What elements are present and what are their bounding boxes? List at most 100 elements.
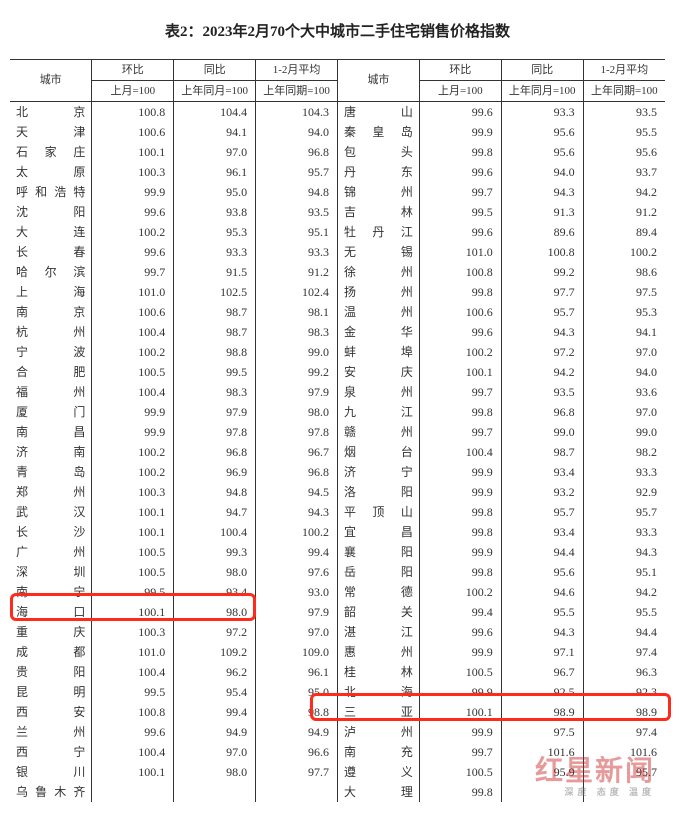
avg-cell: 104.3	[256, 102, 338, 123]
mom-cell: 99.9	[92, 402, 174, 422]
col-yoy-right: 同比	[501, 60, 583, 81]
avg-cell: 92.3	[583, 682, 665, 702]
avg-cell: 95.7	[583, 502, 665, 522]
yoy-cell: 109.2	[174, 642, 256, 662]
avg-cell: 98.9	[583, 702, 665, 722]
yoy-cell: 98.7	[174, 302, 256, 322]
yoy-cell: 93.4	[501, 522, 583, 542]
yoy-cell: 99.5	[174, 362, 256, 382]
city-cell: 兰 州	[10, 722, 92, 742]
avg-cell: 98.6	[583, 262, 665, 282]
city-cell: 徐 州	[338, 262, 420, 282]
avg-cell: 102.4	[256, 282, 338, 302]
table-row: 郑 州100.394.894.5洛 阳99.993.292.9	[10, 482, 665, 502]
city-cell: 北 京	[10, 102, 92, 123]
mom-cell: 100.1	[92, 762, 174, 782]
avg-cell: 94.2	[583, 182, 665, 202]
col-yoy-sub-left: 上年同月=100	[174, 81, 256, 102]
mom-cell: 100.1	[419, 702, 501, 722]
mom-cell: 99.9	[419, 482, 501, 502]
yoy-cell: 91.3	[501, 202, 583, 222]
city-cell: 丹 东	[338, 162, 420, 182]
avg-cell: 93.3	[583, 522, 665, 542]
city-cell: 大 理	[338, 782, 420, 802]
yoy-cell: 99.2	[501, 262, 583, 282]
mom-cell: 99.8	[419, 282, 501, 302]
city-cell: 广 州	[10, 542, 92, 562]
mom-cell: 99.6	[419, 162, 501, 182]
yoy-cell: 99.4	[174, 702, 256, 722]
table-row: 贵 阳100.496.296.1桂 林100.596.796.3	[10, 662, 665, 682]
mom-cell: 100.8	[92, 702, 174, 722]
avg-cell: 98.0	[256, 402, 338, 422]
yoy-cell: 94.3	[501, 622, 583, 642]
table-row: 哈 尔 滨99.791.591.2徐 州100.899.298.6	[10, 262, 665, 282]
city-cell: 沈 阳	[10, 202, 92, 222]
col-avg-right: 1-2月平均	[583, 60, 665, 81]
mom-cell: 99.4	[419, 602, 501, 622]
table-row: 西 宁100.497.096.6南 充99.7101.6101.6	[10, 742, 665, 762]
table-row: 大 连100.295.395.1牡 丹 江99.689.689.4	[10, 222, 665, 242]
col-mom-sub-left: 上月=100	[92, 81, 174, 102]
city-cell: 福 州	[10, 382, 92, 402]
avg-cell: 95.7	[583, 762, 665, 782]
yoy-cell: 94.6	[501, 582, 583, 602]
yoy-cell: 96.2	[174, 662, 256, 682]
mom-cell: 99.8	[419, 562, 501, 582]
mom-cell: 100.4	[419, 442, 501, 462]
city-cell: 青 岛	[10, 462, 92, 482]
mom-cell: 99.9	[419, 682, 501, 702]
mom-cell: 100.5	[419, 762, 501, 782]
avg-cell: 94.0	[583, 362, 665, 382]
avg-cell: 94.3	[583, 542, 665, 562]
col-mom-sub-right: 上月=100	[419, 81, 501, 102]
city-cell: 遵 义	[338, 762, 420, 782]
mom-cell: 99.9	[92, 422, 174, 442]
city-cell: 湛 江	[338, 622, 420, 642]
mom-cell: 101.0	[92, 282, 174, 302]
yoy-cell: 98.0	[174, 602, 256, 622]
avg-cell: 94.8	[256, 182, 338, 202]
mom-cell: 100.1	[92, 142, 174, 162]
avg-cell: 97.9	[256, 382, 338, 402]
mom-cell: 100.4	[92, 382, 174, 402]
city-cell: 泸 州	[338, 722, 420, 742]
avg-cell: 101.6	[583, 742, 665, 762]
mom-cell: 100.1	[92, 502, 174, 522]
avg-cell: 94.2	[583, 582, 665, 602]
avg-cell: 92.9	[583, 482, 665, 502]
city-cell: 郑 州	[10, 482, 92, 502]
yoy-cell: 96.1	[174, 162, 256, 182]
avg-cell: 98.3	[256, 322, 338, 342]
yoy-cell: 94.3	[501, 322, 583, 342]
avg-cell: 95.1	[583, 562, 665, 582]
yoy-cell: 97.2	[174, 622, 256, 642]
yoy-cell: 97.2	[501, 342, 583, 362]
city-cell: 昆 明	[10, 682, 92, 702]
yoy-cell: 95.6	[501, 122, 583, 142]
city-cell: 南 充	[338, 742, 420, 762]
yoy-cell	[501, 782, 583, 802]
city-cell: 石 家 庄	[10, 142, 92, 162]
mom-cell: 99.7	[419, 422, 501, 442]
table-row: 长 春99.693.393.3无 锡101.0100.8100.2	[10, 242, 665, 262]
table-row: 武 汉100.194.794.3平 顶 山99.895.795.7	[10, 502, 665, 522]
mom-cell: 99.9	[92, 182, 174, 202]
city-cell: 银 川	[10, 762, 92, 782]
col-yoy-sub-right: 上年同月=100	[501, 81, 583, 102]
city-cell: 泉 州	[338, 382, 420, 402]
avg-cell: 99.0	[583, 422, 665, 442]
avg-cell: 95.0	[256, 682, 338, 702]
avg-cell: 95.6	[583, 142, 665, 162]
yoy-cell: 104.4	[174, 102, 256, 123]
city-cell: 安 庆	[338, 362, 420, 382]
mom-cell: 100.2	[419, 582, 501, 602]
city-cell: 呼和浩特	[10, 182, 92, 202]
yoy-cell: 96.9	[174, 462, 256, 482]
city-cell: 南 京	[10, 302, 92, 322]
mom-cell: 99.6	[92, 242, 174, 262]
mom-cell: 99.6	[419, 222, 501, 242]
yoy-cell: 98.7	[174, 322, 256, 342]
city-cell: 大 连	[10, 222, 92, 242]
mom-cell: 99.9	[419, 462, 501, 482]
